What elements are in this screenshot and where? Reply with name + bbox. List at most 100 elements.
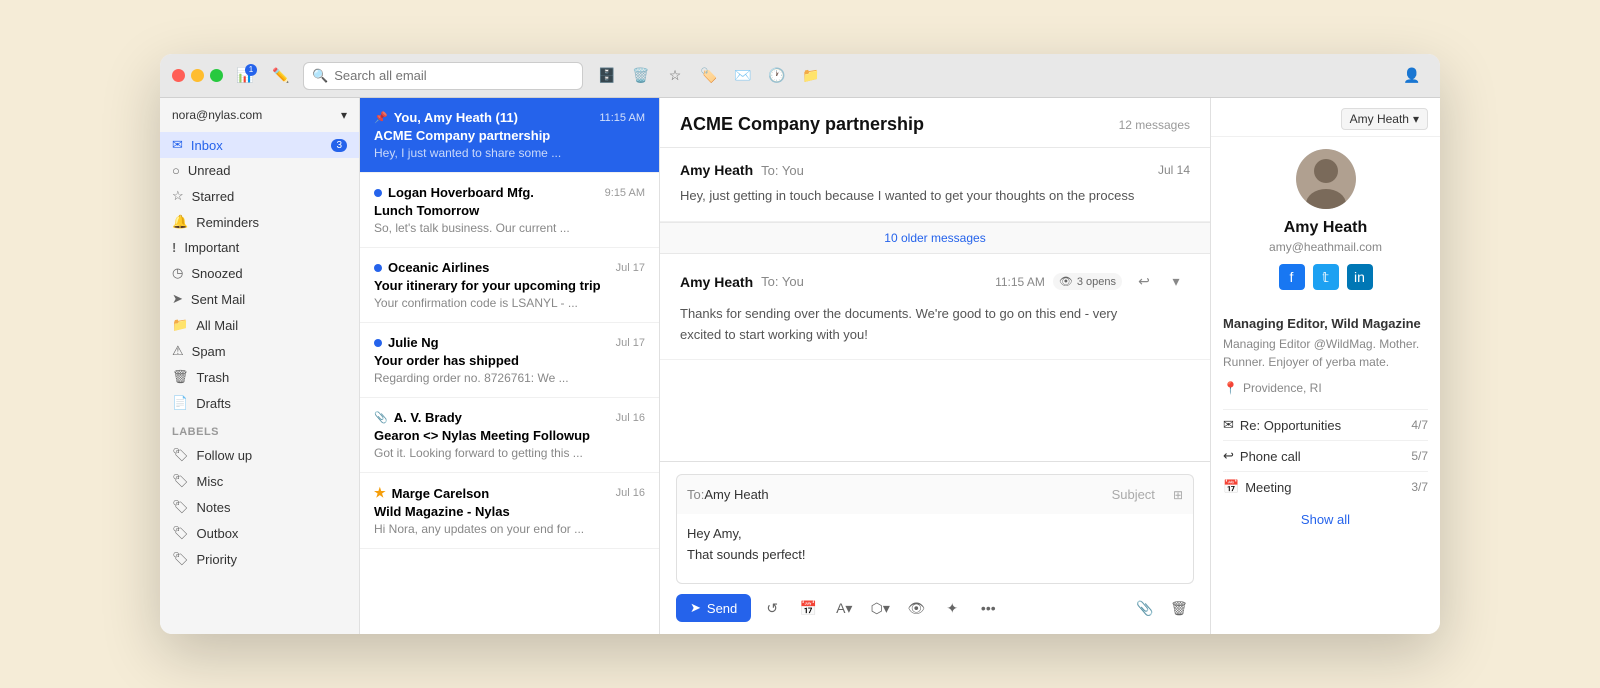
compose-icon[interactable]: ✏️ [267, 62, 295, 90]
pin-icon: 📌 [374, 111, 388, 124]
snippets-btn[interactable]: ⬡▾ [865, 594, 895, 622]
message-item: Amy Heath To: You 11:15 AM 👁 3 opens ↩ [660, 254, 1210, 361]
attach-btn[interactable]: 📎 [1130, 594, 1160, 622]
inbox-icon: ✉ [172, 137, 183, 153]
sidebar-item-important[interactable]: ! Important [160, 235, 359, 260]
folder-btn[interactable]: 📁 [795, 62, 827, 90]
misc-icon: 🏷 [172, 473, 189, 489]
profile-btn[interactable]: 👤 [1396, 62, 1428, 90]
message-item: Amy Heath To: You Jul 14 Hey, just getti… [660, 148, 1210, 222]
star-btn[interactable]: ☆ [659, 62, 691, 90]
trash-btn[interactable]: 🗑️ [625, 62, 657, 90]
contact-interactions: ✉ Re: Opportunities 4/7 ↩ Phone call 5/7… [1211, 409, 1440, 502]
linkedin-icon[interactable]: in [1347, 264, 1373, 290]
search-bar[interactable]: 🔍 [303, 62, 583, 90]
reply-btn[interactable]: ↩ [1130, 268, 1158, 296]
sidebar-item-snoozed[interactable]: ◷ Snoozed [160, 260, 359, 286]
undo-btn[interactable]: ↺ [757, 594, 787, 622]
sidebar-item-spam[interactable]: ⚠ Spam [160, 338, 359, 364]
search-icon: 🔍 [312, 68, 328, 84]
social-links: f 𝕥 in [1223, 264, 1428, 290]
show-all-button[interactable]: Show all [1211, 502, 1440, 537]
fullscreen-button[interactable] [210, 69, 223, 82]
sidebar-item-starred[interactable]: ☆ Starred [160, 183, 359, 209]
send-button[interactable]: ➤ Send [676, 594, 751, 622]
interaction-item: ✉ Re: Opportunities 4/7 [1223, 409, 1428, 440]
sidebar-item-followup[interactable]: 🏷 Follow up [160, 442, 359, 468]
titlebar: 📊 1 ✏️ 🔍 🗄️ 🗑️ ☆ 🏷️ ✉️ 🕐 📁 👤 [160, 54, 1440, 98]
sidebar-item-reminders[interactable]: 🔔 Reminders [160, 209, 359, 235]
sidebar-item-notes[interactable]: 🏷 Notes [160, 494, 359, 520]
allmail-icon: 📁 [172, 317, 188, 333]
delete-compose-btn[interactable]: 🗑 [1164, 594, 1194, 622]
notes-icon: 🏷 [172, 499, 189, 515]
email-list: 📌 You, Amy Heath (11) 11:15 AM ACME Comp… [360, 98, 660, 634]
thread-title: ACME Company partnership [680, 114, 924, 135]
email-item[interactable]: 📌 You, Amy Heath (11) 11:15 AM ACME Comp… [360, 98, 659, 173]
compose-toolbar: ➤ Send ↺ 📅 A▾ ⬡▾ 👁 ✦ ••• 📎 🗑 [676, 594, 1194, 622]
contact-bio: Managing Editor @WildMag. Mother. Runner… [1211, 335, 1440, 371]
star-icon: ★ [374, 485, 386, 501]
sidebar-item-allmail[interactable]: 📁 All Mail [160, 312, 359, 338]
tag-btn[interactable]: 🏷️ [693, 62, 725, 90]
meeting-icon: 📅 [1223, 479, 1239, 495]
toolbar-actions: 🗄️ 🗑️ ☆ 🏷️ ✉️ 🕐 📁 [591, 62, 827, 90]
contact-title: Managing Editor, Wild Magazine [1211, 316, 1440, 331]
notification-icon[interactable]: 📊 1 [231, 62, 259, 90]
more-btn[interactable]: ••• [973, 594, 1003, 622]
opens-badge: 👁 3 opens [1053, 273, 1122, 290]
sidebar-item-inbox[interactable]: ✉ Inbox 3 [160, 132, 359, 158]
sidebar-item-drafts[interactable]: 📄 Drafts [160, 390, 359, 416]
older-messages-bar[interactable]: 10 older messages [660, 222, 1210, 254]
compose-body[interactable]: Hey Amy, That sounds perfect! [676, 514, 1194, 584]
labels-section: Labels [160, 416, 359, 442]
twitter-icon[interactable]: 𝕥 [1313, 264, 1339, 290]
traffic-lights [172, 69, 223, 82]
email-item[interactable]: 📎 A. V. Brady Jul 16 Gearon <> Nylas Mee… [360, 398, 659, 473]
send-icon: ➤ [690, 600, 701, 616]
spam-icon: ⚠ [172, 343, 184, 359]
priority-icon: 🏷 [172, 551, 189, 567]
thread-body: Amy Heath To: You Jul 14 Hey, just getti… [660, 148, 1210, 461]
sidebar-item-outbox[interactable]: 🏷 Outbox [160, 520, 359, 546]
format-btn[interactable]: A▾ [829, 594, 859, 622]
unread-dot [374, 339, 382, 347]
phone-call-icon: ↩ [1223, 448, 1234, 464]
app-window: 📊 1 ✏️ 🔍 🗄️ 🗑️ ☆ 🏷️ ✉️ 🕐 📁 👤 nora@nylas.… [160, 54, 1440, 634]
unread-icon: ○ [172, 163, 180, 178]
eye-btn[interactable]: 👁 [901, 594, 931, 622]
trash-icon: 🗑 [172, 369, 189, 385]
search-input[interactable] [334, 68, 574, 83]
email-item[interactable]: Logan Hoverboard Mfg. 9:15 AM Lunch Tomo… [360, 173, 659, 248]
attachment-icon: 📎 [374, 411, 388, 424]
account-chevron: ▾ [341, 108, 347, 122]
sidebar-item-sent[interactable]: ➤ Sent Mail [160, 286, 359, 312]
email-item[interactable]: ★ Marge Carelson Jul 16 Wild Magazine - … [360, 473, 659, 549]
archive-btn[interactable]: 🗄️ [591, 62, 623, 90]
email-item[interactable]: Oceanic Airlines Jul 17 Your itinerary f… [360, 248, 659, 323]
starred-icon: ☆ [172, 188, 184, 204]
location-icon: 📍 [1223, 381, 1238, 395]
sidebar-item-unread[interactable]: ○ Unread [160, 158, 359, 183]
sidebar: nora@nylas.com ▾ ✉ Inbox 3 ○ Unread ☆ St… [160, 98, 360, 634]
avatar [1296, 149, 1356, 209]
close-button[interactable] [172, 69, 185, 82]
tracking-btn[interactable]: ✦ [937, 594, 967, 622]
sidebar-item-misc[interactable]: 🏷 Misc [160, 468, 359, 494]
facebook-icon[interactable]: f [1279, 264, 1305, 290]
minimize-button[interactable] [191, 69, 204, 82]
calendar-btn[interactable]: 📅 [793, 594, 823, 622]
interaction-item: 📅 Meeting 3/7 [1223, 471, 1428, 502]
expand-btn[interactable]: ▾ [1162, 268, 1190, 296]
inbox-badge: 3 [331, 139, 347, 152]
move-btn[interactable]: ✉️ [727, 62, 759, 90]
thread-header: ACME Company partnership 12 messages [660, 98, 1210, 148]
account-label[interactable]: nora@nylas.com ▾ [160, 98, 359, 132]
thread-count: 12 messages [1119, 118, 1190, 132]
sidebar-item-trash[interactable]: 🗑 Trash [160, 364, 359, 390]
expand-compose-icon[interactable]: ⊞ [1173, 488, 1183, 502]
clock-btn[interactable]: 🕐 [761, 62, 793, 90]
sidebar-item-priority[interactable]: 🏷 Priority [160, 546, 359, 572]
contact-selector[interactable]: Amy Heath ▾ [1341, 108, 1428, 130]
email-item[interactable]: Julie Ng Jul 17 Your order has shipped R… [360, 323, 659, 398]
